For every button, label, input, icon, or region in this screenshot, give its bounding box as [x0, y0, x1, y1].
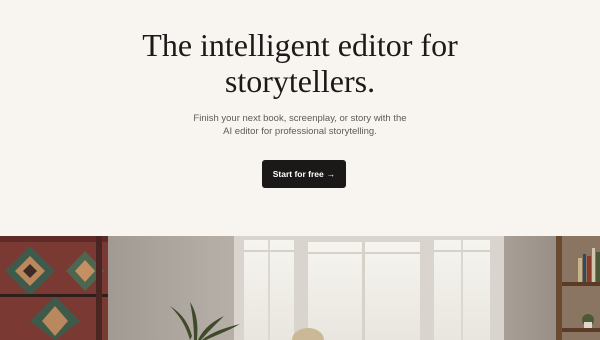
- bookshelf: [556, 236, 600, 340]
- subtitle-line-2: AI editor for professional storytelling.: [223, 126, 377, 137]
- headline-line-2: storytellers.: [224, 63, 376, 99]
- arrow-right-icon: →: [326, 169, 336, 179]
- cta-label: Start for free: [272, 169, 324, 179]
- tapestry: [0, 236, 108, 340]
- start-for-free-button[interactable]: Start for free →: [262, 160, 346, 188]
- window: [234, 236, 504, 340]
- headline-line-1: The intelligent editor for: [142, 27, 458, 63]
- hero-section: The intelligent editor for storytellers.…: [0, 0, 600, 236]
- room-scene-illustration: [0, 236, 600, 340]
- hero-subtitle: Finish your next book, screenplay, or st…: [0, 112, 600, 138]
- hero-photo: [0, 236, 600, 340]
- hero-headline: The intelligent editor for storytellers.: [0, 27, 600, 99]
- subtitle-line-1: Finish your next book, screenplay, or st…: [193, 113, 407, 124]
